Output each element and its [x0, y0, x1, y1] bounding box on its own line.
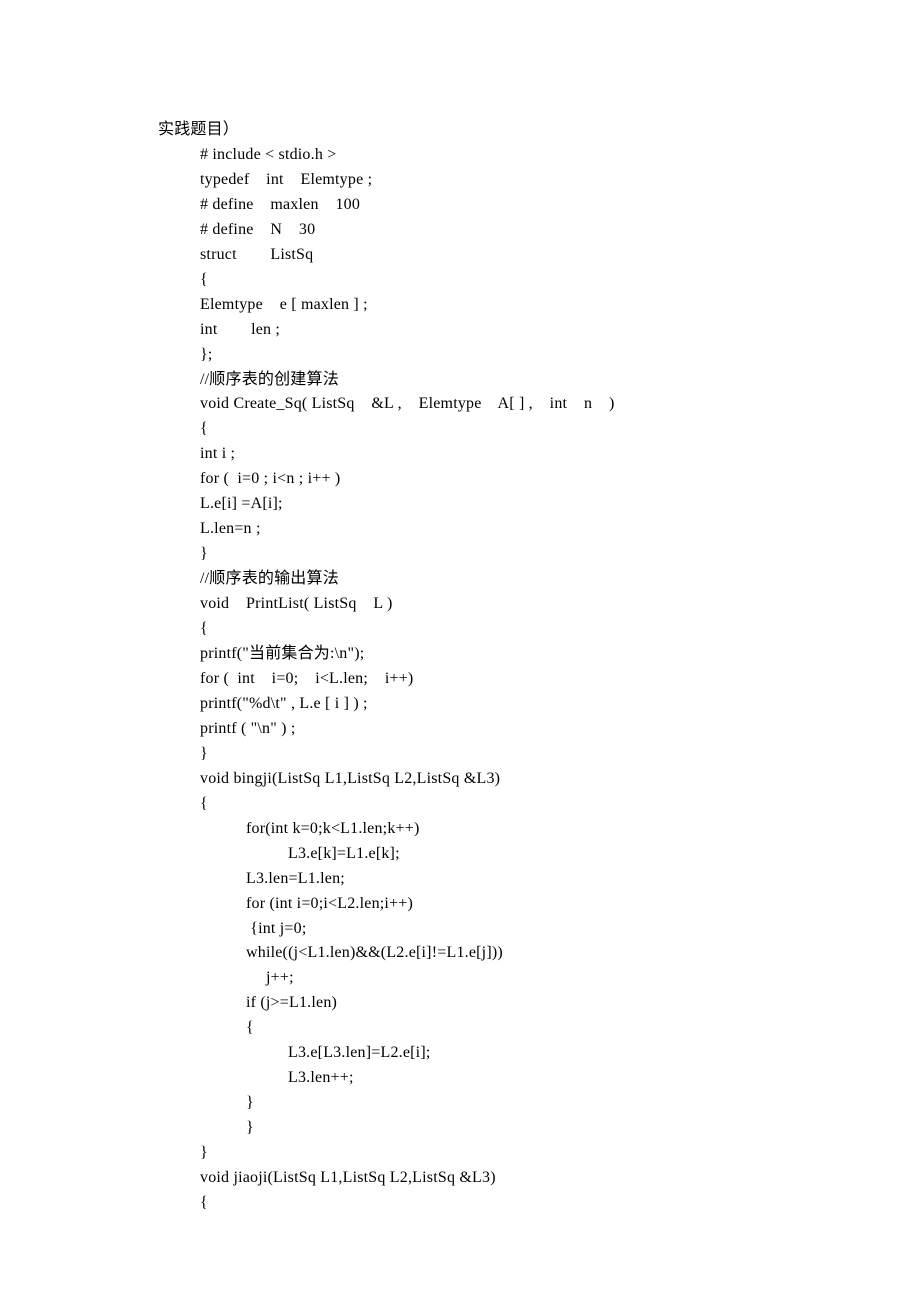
code-line: void Create_Sq( ListSq &L , Elemtype A[ … — [158, 392, 860, 417]
code-line: void jiaoji(ListSq L1,ListSq L2,ListSq &… — [158, 1166, 860, 1191]
code-line: } — [158, 542, 860, 567]
code-line: 实践题目） — [158, 118, 860, 143]
code-line: L3.e[k]=L1.e[k]; — [158, 842, 860, 867]
code-line: Elemtype e [ maxlen ] ; — [158, 293, 860, 318]
code-line: typedef int Elemtype ; — [158, 168, 860, 193]
code-line: j++; — [158, 966, 860, 991]
code-line: void PrintList( ListSq L ) — [158, 592, 860, 617]
code-line: { — [158, 417, 860, 442]
code-block: 实践题目）# include < stdio.h >typedef int El… — [158, 118, 860, 1216]
code-line: if (j>=L1.len) — [158, 991, 860, 1016]
code-line: # define maxlen 100 — [158, 193, 860, 218]
code-line: int i ; — [158, 442, 860, 467]
code-line: { — [158, 268, 860, 293]
code-line: for(int k=0;k<L1.len;k++) — [158, 817, 860, 842]
code-line: L.e[i] =A[i]; — [158, 492, 860, 517]
code-line: } — [158, 742, 860, 767]
code-line: for ( i=0 ; i<n ; i++ ) — [158, 467, 860, 492]
code-line: printf("当前集合为:\n"); — [158, 642, 860, 667]
code-line: } — [158, 1091, 860, 1116]
code-line: { — [158, 617, 860, 642]
document-page: 实践题目）# include < stdio.h >typedef int El… — [0, 0, 920, 1276]
code-line: } — [158, 1141, 860, 1166]
code-line: { — [158, 792, 860, 817]
code-line: } — [158, 1116, 860, 1141]
code-line: struct ListSq — [158, 243, 860, 268]
code-line: for ( int i=0; i<L.len; i++) — [158, 667, 860, 692]
code-line: L3.len=L1.len; — [158, 867, 860, 892]
code-line: int len ; — [158, 318, 860, 343]
code-line: //顺序表的创建算法 — [158, 368, 860, 393]
code-line: L3.e[L3.len]=L2.e[i]; — [158, 1041, 860, 1066]
code-line: {int j=0; — [158, 917, 860, 942]
code-line: L.len=n ; — [158, 517, 860, 542]
code-line: for (int i=0;i<L2.len;i++) — [158, 892, 860, 917]
code-line: { — [158, 1016, 860, 1041]
code-line: }; — [158, 343, 860, 368]
code-line: //顺序表的输出算法 — [158, 567, 860, 592]
code-line: printf ( "\n" ) ; — [158, 717, 860, 742]
code-line: # define N 30 — [158, 218, 860, 243]
code-line: L3.len++; — [158, 1066, 860, 1091]
code-line: void bingji(ListSq L1,ListSq L2,ListSq &… — [158, 767, 860, 792]
code-line: { — [158, 1191, 860, 1216]
code-line: while((j<L1.len)&&(L2.e[i]!=L1.e[j])) — [158, 941, 860, 966]
code-line: # include < stdio.h > — [158, 143, 860, 168]
code-line: printf("%d\t" , L.e [ i ] ) ; — [158, 692, 860, 717]
